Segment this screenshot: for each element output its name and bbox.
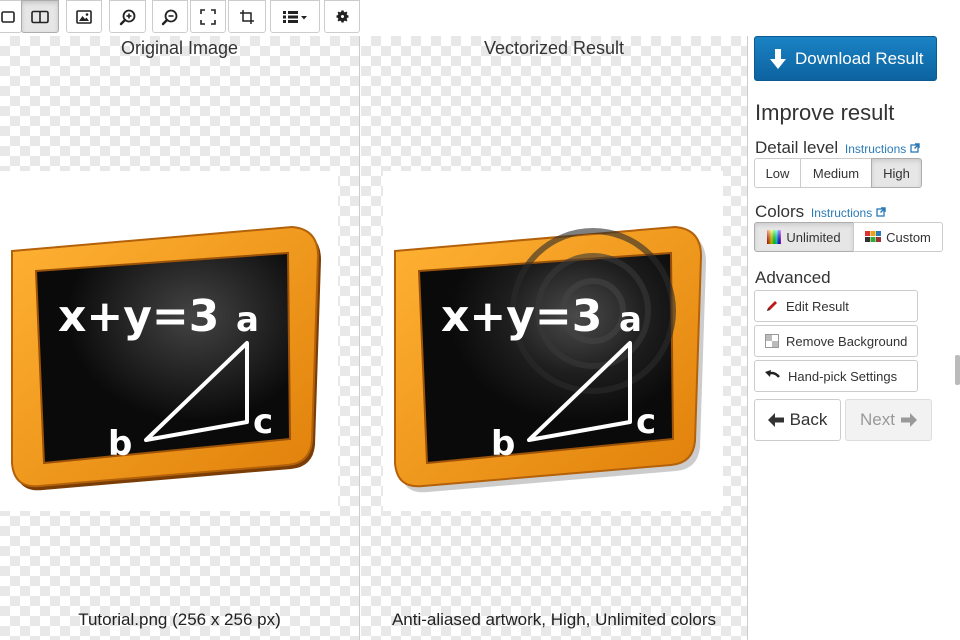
colors-custom-button[interactable]: Custom [853,222,943,252]
single-view-icon [1,10,15,24]
view-split-button[interactable] [21,0,59,33]
detail-level-instructions-link[interactable]: Instructions [845,142,920,156]
vectorized-result-pane[interactable]: Vectorized Result x+y=3 a b c Anti-alias… [361,36,748,640]
detail-high-button[interactable]: High [871,158,922,188]
label-a: a [619,300,642,340]
external-link-icon [875,206,886,220]
label-a: a [236,300,259,340]
colors-group: Unlimited Custom [754,222,943,252]
advanced-title: Advanced [755,268,831,287]
hand-pick-settings-label: Hand-pick Settings [788,368,898,384]
vectorized-result-caption: Anti-aliased artwork, High, Unlimited co… [391,610,717,629]
fit-screen-icon [200,8,216,25]
view-single-button[interactable] [0,0,22,33]
vectorized-image: x+y=3 a b c [383,171,723,511]
next-label: Next [860,410,895,429]
vectorized-result-title: Vectorized Result [483,38,625,58]
hand-pick-settings-button[interactable]: Hand-pick Settings [754,360,918,392]
colors-custom-label: Custom [886,229,931,245]
back-label: Back [789,410,828,429]
original-image: x+y=3 a b c [0,171,338,511]
color-swatches-icon [865,231,882,243]
background-checker-icon [765,334,779,348]
download-result-label: Download Result [795,48,924,68]
label-b: b [108,424,132,464]
detail-level-group: Low Medium High [754,158,922,188]
improve-result-title: Improve result [755,100,895,125]
equation-text: x+y=3 [58,291,219,342]
download-result-button[interactable]: Download Result [754,36,937,81]
sidebar-scrollbar[interactable] [955,355,960,385]
edit-result-label: Edit Result [786,298,849,314]
pencil-icon [765,299,779,313]
original-image-title: Original Image [120,38,239,58]
colors-unlimited-button[interactable]: Unlimited [754,222,854,252]
colors-title: Colors [755,202,805,221]
colors-instructions-link[interactable]: Instructions [811,206,886,220]
next-button[interactable]: Next [845,399,932,441]
detail-medium-button[interactable]: Medium [800,158,872,188]
remove-background-label: Remove Background [786,333,908,349]
label-c: c [253,402,273,442]
detail-level-heading: Detail level Instructions [755,138,920,158]
toolbar [0,0,748,36]
zoom-out-icon [161,8,179,26]
view-image-button[interactable] [66,0,102,33]
fit-button[interactable] [190,0,226,33]
undo-arrow-icon [765,369,781,383]
label-c: c [636,402,656,442]
crop-button[interactable] [228,0,266,33]
external-link-icon [909,142,920,156]
remove-background-button[interactable]: Remove Background [754,325,918,357]
detail-low-button[interactable]: Low [754,158,801,188]
zoom-in-button[interactable] [109,0,146,33]
arrow-right-icon [900,413,917,427]
equation-text: x+y=3 [441,291,602,342]
settings-button[interactable] [324,0,360,33]
back-button[interactable]: Back [754,399,841,441]
list-dropdown-icon [282,10,308,24]
split-view-icon [31,10,49,24]
gear-icon [335,9,350,24]
arrow-left-icon [767,413,784,427]
crop-icon [239,9,255,25]
list-menu-button[interactable] [270,0,320,33]
zoom-in-icon [119,8,137,26]
rainbow-palette-icon [767,230,782,244]
image-icon [76,9,92,24]
sidebar: Download Result Improve result Detail le… [748,0,960,640]
original-image-pane[interactable]: Original Image x+y=3 a b c Tutorial.png … [0,36,360,640]
colors-unlimited-label: Unlimited [786,229,841,245]
detail-level-title: Detail level [755,138,839,157]
download-arrow-icon [769,48,787,70]
original-image-caption: Tutorial.png (256 x 256 px) [78,610,281,629]
label-b: b [491,424,515,464]
zoom-out-button[interactable] [152,0,188,33]
edit-result-button[interactable]: Edit Result [754,290,918,322]
colors-heading: Colors Instructions [755,202,886,222]
